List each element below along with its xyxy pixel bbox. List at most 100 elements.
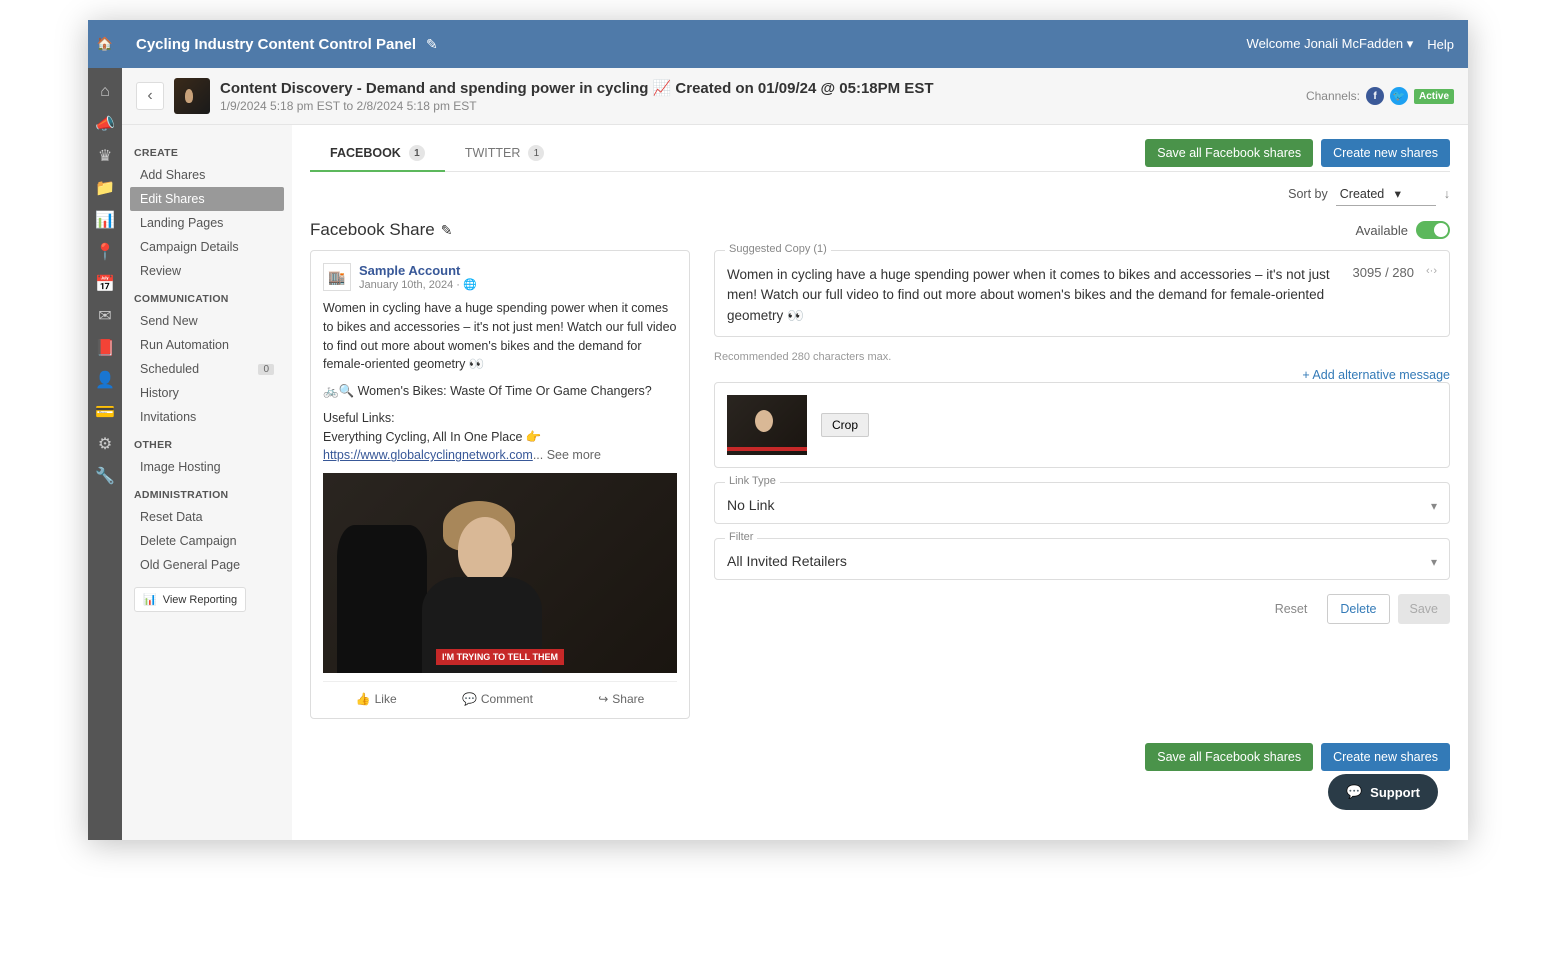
available-label: Available bbox=[1355, 223, 1408, 238]
nav-history[interactable]: History bbox=[130, 381, 284, 405]
tab-facebook-count: 1 bbox=[409, 145, 425, 161]
image-row: Crop bbox=[714, 382, 1450, 468]
save-all-bottom-button[interactable]: Save all Facebook shares bbox=[1145, 743, 1313, 771]
facebook-preview-card: 🏬 Sample Account January 10th, 2024 · 🌐 … bbox=[310, 250, 690, 719]
sort-select[interactable]: Created ▾ bbox=[1336, 182, 1436, 206]
share-action[interactable]: ↪ Share bbox=[598, 692, 644, 706]
link-type-legend: Link Type bbox=[725, 475, 780, 487]
campaign-title: Content Discovery - Demand and spending … bbox=[220, 79, 1306, 97]
topbar: Cycling Industry Content Control Panel ✎… bbox=[122, 20, 1468, 68]
post-link[interactable]: https://www.globalcyclingnetwork.com bbox=[323, 448, 533, 462]
welcome-user[interactable]: Welcome Jonali McFadden ▾ bbox=[1247, 36, 1414, 52]
nav-image-hosting[interactable]: Image Hosting bbox=[130, 455, 284, 479]
filter-field[interactable]: Filter All Invited Retailers bbox=[714, 538, 1450, 580]
post-image: I'M TRYING TO TELL THEM bbox=[323, 473, 677, 673]
chat-icon: 💬 bbox=[1346, 784, 1362, 800]
channels-label: Channels: bbox=[1306, 89, 1360, 103]
post-body-2: 🚲🔍 Women's Bikes: Waste Of Time Or Game … bbox=[323, 382, 677, 401]
content-area: FACEBOOK 1 TWITTER 1 Save all Facebook s… bbox=[292, 125, 1468, 840]
view-reporting-label: View Reporting bbox=[163, 594, 237, 606]
facebook-channel-icon[interactable]: f bbox=[1366, 87, 1384, 105]
nav-run-automation[interactable]: Run Automation bbox=[130, 333, 284, 357]
calendar-icon[interactable]: 📅 bbox=[88, 268, 122, 300]
nav-delete-campaign[interactable]: Delete Campaign bbox=[130, 529, 284, 553]
filter-legend: Filter bbox=[725, 531, 757, 543]
chart-icon[interactable]: 📊 bbox=[88, 204, 122, 236]
brand-title: Cycling Industry Content Control Panel bbox=[136, 36, 416, 53]
comment-action[interactable]: 💬 Comment bbox=[462, 692, 533, 706]
suggested-copy-legend: Suggested Copy (1) bbox=[725, 243, 831, 255]
nav-scheduled-label: Scheduled bbox=[140, 362, 199, 376]
book-icon[interactable]: 📕 bbox=[88, 332, 122, 364]
tab-twitter-count: 1 bbox=[528, 145, 544, 161]
nav-landing-pages[interactable]: Landing Pages bbox=[130, 211, 284, 235]
create-new-top-button[interactable]: Create new shares bbox=[1321, 139, 1450, 167]
megaphone-icon[interactable]: 📣 bbox=[88, 108, 122, 140]
help-link[interactable]: Help bbox=[1427, 37, 1454, 52]
nav-campaign-details[interactable]: Campaign Details bbox=[130, 235, 284, 259]
edit-share-icon[interactable]: ✎ bbox=[441, 222, 453, 239]
support-label: Support bbox=[1370, 785, 1420, 800]
campaign-header: ‹ Content Discovery - Demand and spendin… bbox=[122, 68, 1468, 125]
tab-facebook-label: FACEBOOK bbox=[330, 146, 401, 160]
share-image-thumb[interactable] bbox=[727, 395, 807, 455]
link-type-field[interactable]: Link Type No Link bbox=[714, 482, 1450, 524]
house-icon[interactable]: ⌂ bbox=[88, 76, 122, 108]
share-editor: Suggested Copy (1) Women in cycling have… bbox=[714, 250, 1450, 624]
active-badge: Active bbox=[1414, 89, 1454, 104]
recommended-note: Recommended 280 characters max. bbox=[714, 351, 1450, 363]
share-heading: Facebook Share ✎ bbox=[310, 220, 452, 240]
sidebar: CREATE Add Shares Edit Shares Landing Pa… bbox=[122, 125, 292, 840]
nav-add-shares[interactable]: Add Shares bbox=[130, 163, 284, 187]
char-count: 3095 / 280 bbox=[1353, 265, 1414, 280]
view-reporting-button[interactable]: 📊 View Reporting bbox=[134, 587, 246, 612]
add-alternative-link[interactable]: + Add alternative message bbox=[1302, 368, 1450, 382]
user-icon[interactable]: 👤 bbox=[88, 364, 122, 396]
group-administration: ADMINISTRATION bbox=[134, 489, 280, 501]
create-new-bottom-button[interactable]: Create new shares bbox=[1321, 743, 1450, 771]
save-all-top-button[interactable]: Save all Facebook shares bbox=[1145, 139, 1313, 167]
card-icon[interactable]: 💳 bbox=[88, 396, 122, 428]
folder-icon[interactable]: 📁 bbox=[88, 172, 122, 204]
nav-send-new[interactable]: Send New bbox=[130, 309, 284, 333]
reset-button[interactable]: Reset bbox=[1263, 594, 1320, 624]
like-action[interactable]: 👍 Like bbox=[356, 692, 397, 706]
edit-brand-icon[interactable]: ✎ bbox=[426, 36, 438, 53]
twitter-channel-icon[interactable]: 🐦 bbox=[1390, 87, 1408, 105]
video-caption: I'M TRYING TO TELL THEM bbox=[436, 649, 564, 665]
sort-label: Sort by bbox=[1288, 187, 1328, 201]
nav-scheduled[interactable]: Scheduled 0 bbox=[130, 357, 284, 381]
group-create: CREATE bbox=[134, 147, 280, 159]
gear-icon[interactable]: ⚙ bbox=[88, 428, 122, 460]
nav-edit-shares[interactable]: Edit Shares bbox=[130, 187, 284, 211]
nav-old-general-page[interactable]: Old General Page bbox=[130, 553, 284, 577]
tab-twitter-label: TWITTER bbox=[465, 146, 521, 160]
save-button[interactable]: Save bbox=[1398, 594, 1451, 624]
scheduled-count-badge: 0 bbox=[258, 364, 274, 375]
delete-button[interactable]: Delete bbox=[1327, 594, 1389, 624]
crop-button[interactable]: Crop bbox=[821, 413, 869, 437]
see-more-link[interactable]: ... See more bbox=[533, 448, 601, 462]
copy-nav-arrows[interactable]: ‹·› bbox=[1426, 265, 1437, 277]
link-type-value: No Link bbox=[727, 497, 1437, 513]
tab-twitter[interactable]: TWITTER 1 bbox=[445, 135, 565, 171]
nav-review[interactable]: Review bbox=[130, 259, 284, 283]
available-toggle[interactable] bbox=[1416, 221, 1450, 239]
sort-direction-icon[interactable]: ↓ bbox=[1444, 187, 1450, 201]
icon-rail: 🏠 ⌂ 📣 ♛ 📁 📊 📍 📅 ✉ 📕 👤 💳 ⚙ 🔧 bbox=[88, 20, 122, 840]
mail-icon[interactable]: ✉ bbox=[88, 300, 122, 332]
nav-reset-data[interactable]: Reset Data bbox=[130, 505, 284, 529]
home-icon[interactable]: 🏠 bbox=[88, 20, 122, 68]
tab-facebook[interactable]: FACEBOOK 1 bbox=[310, 135, 445, 171]
nav-invitations[interactable]: Invitations bbox=[130, 405, 284, 429]
back-button[interactable]: ‹ bbox=[136, 82, 164, 110]
account-icon: 🏬 bbox=[323, 263, 351, 291]
copy-textarea[interactable]: Women in cycling have a huge spending po… bbox=[727, 265, 1341, 326]
support-button[interactable]: 💬 Support bbox=[1328, 774, 1438, 810]
suggested-copy-field: Suggested Copy (1) Women in cycling have… bbox=[714, 250, 1450, 337]
pin-icon[interactable]: 📍 bbox=[88, 236, 122, 268]
crown-icon[interactable]: ♛ bbox=[88, 140, 122, 172]
account-meta: January 10th, 2024 · 🌐 bbox=[359, 278, 477, 291]
wrench-icon[interactable]: 🔧 bbox=[88, 460, 122, 492]
campaign-thumbnail bbox=[174, 78, 210, 114]
